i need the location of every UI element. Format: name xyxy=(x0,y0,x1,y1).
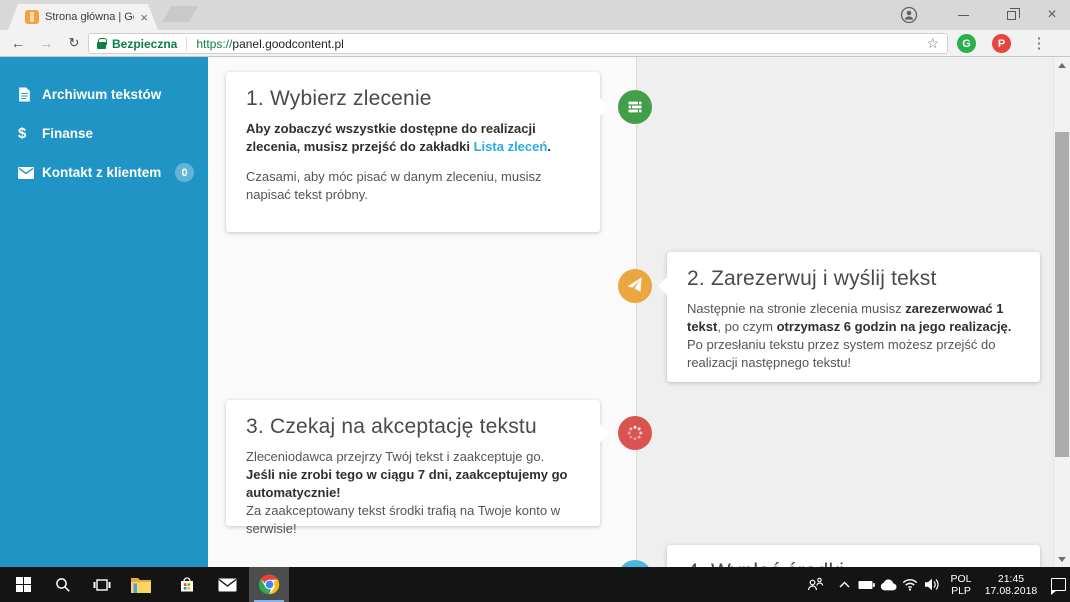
language-indicator[interactable]: POL PLP xyxy=(944,567,978,602)
step-text: Jeśli nie zrobi tego w ciągu 7 dni, zaak… xyxy=(246,466,580,502)
step-text: Za zaakceptowany tekst środki trafią na … xyxy=(246,502,580,538)
card-pointer xyxy=(600,424,609,442)
hidden-icons-chevron[interactable] xyxy=(832,567,856,602)
card-pointer xyxy=(600,98,609,116)
browser-tab[interactable]: Strona główna | GoodCo × xyxy=(8,4,158,30)
step-text: Zleceniodawca przejrzy Twój tekst i zaak… xyxy=(246,448,580,466)
security-label: Bezpieczna xyxy=(112,37,177,51)
sidebar-item-archiwum[interactable]: Archiwum tekstów xyxy=(0,75,208,114)
onedrive-icon[interactable] xyxy=(876,567,900,602)
sidebar-item-finanse[interactable]: $ Finanse xyxy=(0,114,208,153)
start-button[interactable] xyxy=(4,567,42,602)
page-scrollbar[interactable] xyxy=(1053,57,1070,567)
card-pointer xyxy=(658,277,667,295)
step2-send-icon xyxy=(618,269,652,303)
step-title: 4. Wypłać środki xyxy=(687,560,1020,567)
browser-tab-strip: Strona główna | GoodCo × × xyxy=(0,0,1070,30)
sidebar-item-label: Kontakt z klientem xyxy=(42,165,161,180)
step-card-2: 2. Zarezerwuj i wyślij tekst Następnie n… xyxy=(667,252,1040,382)
bookmark-star-icon[interactable]: ☆ xyxy=(926,35,939,52)
language-top: POL xyxy=(950,573,971,585)
step-text: Czasami, aby móc pisać w danym zleceniu,… xyxy=(246,168,580,204)
step-text: Następnie na stronie zlecenia musisz zar… xyxy=(687,300,1020,336)
step-card-1: 1. Wybierz zlecenie Aby zobaczyć wszystk… xyxy=(226,72,600,232)
windows-taskbar: POL PLP 21:45 17.08.2018 xyxy=(0,567,1070,602)
scrollbar-thumb[interactable] xyxy=(1055,132,1069,457)
tab-close-icon[interactable]: × xyxy=(140,11,148,24)
chrome-taskbar-icon[interactable] xyxy=(249,567,289,602)
sidebar-item-kontakt[interactable]: Kontakt z klientem 0 xyxy=(0,153,208,192)
url-scheme: https:// xyxy=(196,37,232,51)
forward-button[interactable]: → xyxy=(32,30,60,56)
step3-spinner-icon xyxy=(618,416,652,450)
mail-icon[interactable] xyxy=(208,567,246,602)
browser-toolbar: ← → ↻ Bezpieczna https:// panel.goodcont… xyxy=(0,30,1070,57)
window-minimize-button[interactable] xyxy=(948,0,978,30)
tab-title: Strona główna | GoodCo xyxy=(45,11,134,23)
file-explorer-icon[interactable] xyxy=(122,567,160,602)
url-host: panel.goodcontent.pl xyxy=(232,37,343,51)
step-card-4: 4. Wypłać środki xyxy=(667,545,1040,567)
sidebar: Archiwum tekstów $ Finanse Kontakt z kli… xyxy=(0,57,208,567)
window-close-button[interactable]: × xyxy=(1036,0,1068,30)
browser-profile-icon[interactable] xyxy=(894,0,924,30)
unread-count-badge: 0 xyxy=(175,163,194,182)
volume-icon[interactable] xyxy=(920,567,944,602)
site-favicon xyxy=(25,10,39,24)
scroll-up-arrow[interactable] xyxy=(1054,57,1070,73)
omnibox-separator xyxy=(186,37,187,51)
step-title: 2. Zarezerwuj i wyślij tekst xyxy=(687,267,1020,291)
sidebar-item-label: Finanse xyxy=(42,126,93,141)
new-tab-button[interactable] xyxy=(162,6,198,22)
people-icon[interactable] xyxy=(800,567,830,602)
reload-button[interactable]: ↻ xyxy=(60,30,88,56)
clock[interactable]: 21:45 17.08.2018 xyxy=(980,567,1042,602)
step-text: Aby zobaczyć wszystkie dostępne do reali… xyxy=(246,120,580,156)
microsoft-store-icon[interactable] xyxy=(168,567,206,602)
step-title: 3. Czekaj na akceptację tekstu xyxy=(246,415,580,439)
sidebar-item-label: Archiwum tekstów xyxy=(42,87,161,102)
dollar-icon: $ xyxy=(18,125,42,142)
step-title: 1. Wybierz zlecenie xyxy=(246,87,580,111)
envelope-icon xyxy=(18,167,42,179)
browser-menu-icon[interactable]: ⋮ xyxy=(1028,31,1050,55)
address-bar[interactable]: Bezpieczna https:// panel.goodcontent.pl… xyxy=(88,33,948,54)
step1-list-icon xyxy=(618,90,652,124)
language-bottom: PLP xyxy=(951,585,971,597)
page-content: Archiwum tekstów $ Finanse Kontakt z kli… xyxy=(0,57,1070,567)
tray-date: 17.08.2018 xyxy=(985,585,1038,597)
scroll-down-arrow[interactable] xyxy=(1054,551,1070,567)
wifi-icon[interactable] xyxy=(898,567,922,602)
desktop-screen: Strona główna | GoodCo × × ← → ↻ Bezpiec… xyxy=(0,0,1070,602)
document-icon xyxy=(18,87,42,102)
battery-icon[interactable] xyxy=(854,567,878,602)
step-text: Po przesłaniu tekstu przez system możesz… xyxy=(687,336,1020,372)
extension-p-icon[interactable]: P xyxy=(992,34,1011,53)
secure-lock-icon xyxy=(97,42,106,49)
task-view-icon[interactable] xyxy=(83,567,121,602)
back-button[interactable]: ← xyxy=(4,30,32,56)
window-restore-button[interactable] xyxy=(996,0,1026,30)
step-card-3: 3. Czekaj na akceptację tekstu Zleceniod… xyxy=(226,400,600,526)
extension-g-icon[interactable]: G xyxy=(957,34,976,53)
search-icon[interactable] xyxy=(44,567,82,602)
lista-zlecen-link[interactable]: Lista zleceń xyxy=(474,139,548,154)
tray-time: 21:45 xyxy=(998,573,1024,585)
action-center-icon[interactable] xyxy=(1046,567,1070,602)
timeline-line xyxy=(636,57,637,567)
